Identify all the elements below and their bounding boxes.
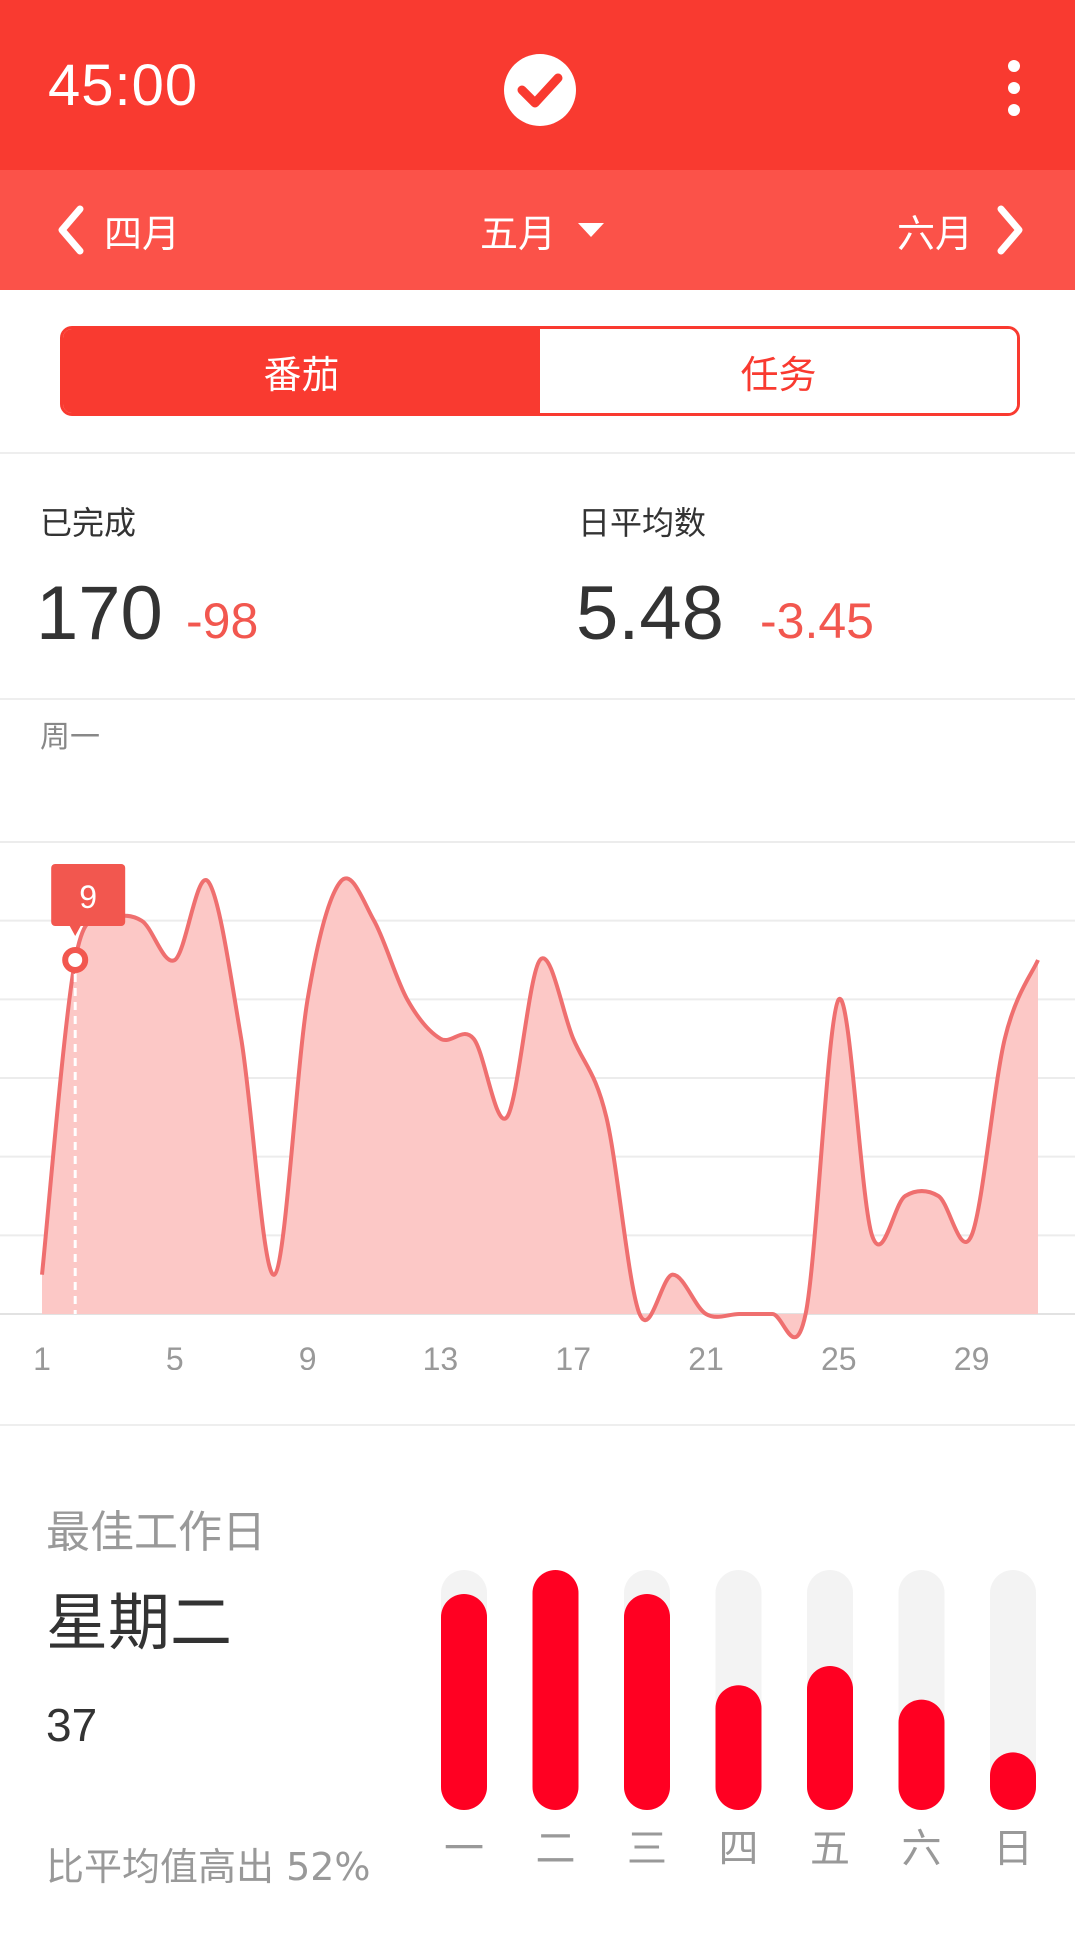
x-tick-label: 17 — [555, 1341, 591, 1370]
current-month-label: 五月 — [480, 211, 557, 256]
selected-day-label: 周一 — [40, 720, 100, 755]
divider — [0, 698, 1075, 700]
daily-average-label: 日平均数 — [578, 504, 707, 542]
divider — [0, 1424, 1075, 1426]
weekday-bar-2 — [532, 1570, 579, 1810]
x-tick-label: 29 — [954, 1341, 990, 1370]
current-month-dropdown[interactable]: 五月 — [480, 170, 606, 290]
chevron-right-icon — [997, 205, 1023, 255]
tooltip-value: 9 — [79, 879, 97, 915]
tab-tasks[interactable]: 任务 — [540, 329, 1017, 413]
timer-display[interactable]: 45:00 — [48, 52, 198, 119]
daily-average-value: 5.48 — [576, 571, 724, 656]
x-tick-label: 13 — [423, 1341, 459, 1370]
x-tick-label: 9 — [299, 1341, 317, 1370]
weekday-bar-3 — [624, 1594, 670, 1810]
weekday-label: 五 — [810, 1826, 850, 1866]
x-tick-label: 5 — [166, 1341, 184, 1370]
x-tick-label: 25 — [821, 1341, 857, 1370]
weekday-bar-1 — [441, 1594, 487, 1810]
check-circle-icon[interactable] — [502, 52, 578, 128]
month-navigation: 四月 五月 六月 — [0, 170, 1075, 290]
prev-month-label: 四月 — [104, 211, 181, 256]
weekday-bar-7 — [990, 1752, 1036, 1810]
more-vertical-icon[interactable] — [1000, 58, 1028, 118]
weekday-label: 四 — [719, 1826, 759, 1866]
daily-pomodoro-chart[interactable]: 1 5 9 13 17 21 25 29 9 — [0, 830, 1075, 1370]
area-fill — [42, 878, 1038, 1338]
weekday-bar-4 — [715, 1685, 762, 1810]
value-tooltip: 9 — [51, 864, 126, 936]
daily-average-delta: -3.45 — [760, 593, 874, 649]
weekday-label: 二 — [536, 1826, 576, 1866]
x-tick-label: 1 — [33, 1341, 51, 1370]
completed-delta: -98 — [186, 593, 259, 649]
weekday-label: 三 — [627, 1826, 667, 1866]
tooltip-pointer — [69, 925, 82, 936]
prev-month-button[interactable]: 四月 — [56, 170, 180, 290]
weekday-label: 一 — [444, 1826, 484, 1866]
caret-down-icon — [578, 223, 605, 237]
next-month-button[interactable]: 六月 — [897, 170, 1025, 290]
divider — [0, 452, 1075, 454]
completed-label: 已完成 — [40, 504, 137, 542]
tab-pomodoro[interactable]: 番茄 — [63, 329, 540, 413]
chevron-left-icon — [58, 205, 84, 255]
mode-segmented-control: 番茄 任务 — [60, 326, 1020, 416]
highlight-point[interactable] — [62, 947, 89, 973]
weekday-bar-5 — [807, 1666, 853, 1810]
x-tick-label: 21 — [688, 1341, 724, 1370]
weekday-bar-6 — [898, 1699, 945, 1810]
best-day-title: 最佳工作日 — [46, 1507, 266, 1558]
completed-value: 170 — [36, 571, 163, 656]
weekday-label: 日 — [993, 1826, 1033, 1866]
weekday-label: 六 — [902, 1826, 942, 1866]
next-month-label: 六月 — [896, 211, 973, 256]
top-bar: 45:00 — [0, 0, 1075, 170]
weekday-bar-chart: 一二三四五六日 — [441, 1570, 1036, 1866]
